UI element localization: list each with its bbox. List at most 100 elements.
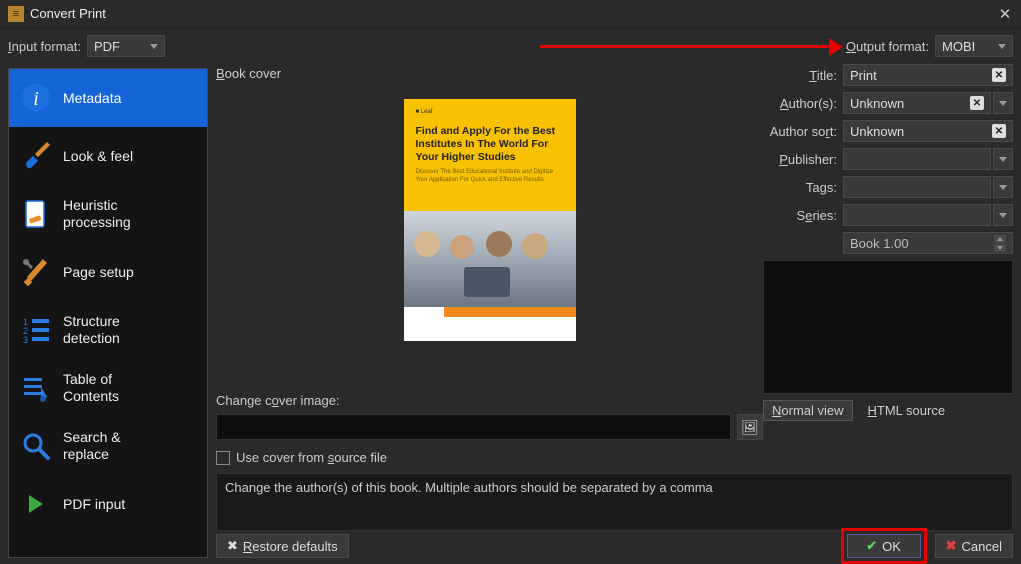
sidebar-item-structure[interactable]: 123 Structuredetection	[9, 301, 207, 359]
authors-input[interactable]: Unknown ✕	[843, 92, 991, 114]
annotation-arrow-head	[829, 38, 843, 56]
sidebar-item-label: PDF input	[63, 496, 125, 513]
series-input[interactable]	[843, 204, 991, 226]
sidebar-item-label: Search &replace	[63, 429, 121, 463]
authorsort-input[interactable]: Unknown ✕	[843, 120, 1013, 142]
help-text: Change the author(s) of this book. Multi…	[216, 473, 1013, 531]
check-icon: ✔	[866, 538, 877, 554]
restore-label: Restore defaults	[243, 539, 338, 554]
tools-icon	[19, 255, 53, 289]
use-source-cover-checkbox[interactable]: Use cover from source file	[216, 450, 763, 465]
chevron-down-icon	[999, 157, 1007, 162]
cover-column: Book cover ■ Leaf Find and Apply For the…	[216, 64, 763, 465]
output-format-dropdown[interactable]: MOBI	[935, 35, 1013, 57]
ok-annotation-highlight: ✔ OK	[841, 528, 927, 564]
sidebar-item-metadata[interactable]: i Metadata	[9, 69, 207, 127]
sidebar-item-label: Table ofContents	[63, 371, 119, 405]
info-icon: i	[19, 81, 53, 115]
tags-dropdown-button[interactable]	[993, 176, 1013, 198]
checkbox-icon	[216, 451, 230, 465]
cancel-button[interactable]: ✖ Cancel	[935, 534, 1013, 558]
cover-brand: ■ Leaf	[416, 109, 564, 115]
view-tabs: Normal view HTML source	[763, 400, 1013, 421]
tags-input[interactable]	[843, 176, 991, 198]
title-value: Print	[850, 68, 877, 83]
sidebar-item-look-feel[interactable]: Look & feel	[9, 127, 207, 185]
sidebar-item-label: Structuredetection	[63, 313, 120, 347]
publisher-dropdown-button[interactable]	[993, 148, 1013, 170]
publisher-label: Publisher:	[763, 152, 843, 167]
metadata-fields: Title: Print ✕ Author(s): Unknown ✕ Auth…	[763, 64, 1013, 465]
search-icon	[19, 429, 53, 463]
clear-icon[interactable]: ✕	[992, 68, 1006, 82]
ok-button[interactable]: ✔ OK	[847, 534, 921, 558]
format-row: Input format: PDF Output format: MOBI	[0, 28, 1021, 64]
change-cover-label: Change cover image:	[216, 393, 763, 408]
title-input[interactable]: Print ✕	[843, 64, 1013, 86]
sidebar-item-pdf-input[interactable]: PDF input	[9, 475, 207, 533]
cancel-label: Cancel	[962, 539, 1002, 554]
spinner-up-icon[interactable]	[994, 235, 1006, 243]
restore-defaults-button[interactable]: ✖ Restore defaults	[216, 534, 349, 558]
authors-dropdown-button[interactable]	[993, 92, 1013, 114]
output-format-label: Output format:	[846, 39, 929, 54]
browse-cover-button[interactable]: 🖼	[737, 414, 763, 440]
cover-preview: ■ Leaf Find and Apply For the Best Insti…	[216, 85, 763, 375]
chevron-down-icon	[999, 101, 1007, 106]
ok-label: OK	[882, 539, 901, 554]
chevron-down-icon	[999, 213, 1007, 218]
sidebar-item-label: Heuristicprocessing	[63, 197, 131, 231]
authorsort-label: Author sort:	[763, 124, 843, 139]
checkbox-label: Use cover from source file	[236, 450, 387, 465]
input-format-dropdown[interactable]: PDF	[87, 35, 165, 57]
sidebar-item-search-replace[interactable]: Search &replace	[9, 417, 207, 475]
input-format-label: Input format:	[8, 39, 81, 54]
dialog-button-row: ✖ Restore defaults ✔ OK ✖ Cancel	[216, 533, 1013, 559]
output-format-value: MOBI	[942, 39, 975, 54]
spinner-down-icon[interactable]	[994, 244, 1006, 252]
title-label: Title:	[763, 68, 843, 83]
tab-html-source[interactable]: HTML source	[859, 400, 955, 421]
series-label: Series:	[763, 208, 843, 223]
comment-textarea[interactable]	[763, 260, 1013, 394]
image-icon: 🖼	[741, 419, 759, 436]
svg-text:3: 3	[23, 335, 28, 345]
authors-value: Unknown	[850, 96, 904, 111]
chevron-down-icon	[999, 185, 1007, 190]
authors-label: Author(s):	[763, 96, 843, 111]
series-index-spinner[interactable]: Book 1.00	[843, 232, 1013, 254]
brush-icon	[19, 139, 53, 173]
clear-icon[interactable]: ✕	[970, 96, 984, 110]
window-title: Convert Print	[30, 6, 997, 21]
series-index-value: Book 1.00	[850, 236, 909, 251]
chevron-down-icon	[998, 44, 1006, 49]
sidebar-item-label: Metadata	[63, 90, 121, 107]
sidebar-item-page-setup[interactable]: Page setup	[9, 243, 207, 301]
arrow-right-icon	[19, 487, 53, 521]
cover-image-input[interactable]	[216, 414, 731, 440]
main-area: i Metadata Look & feel Heuristicprocessi…	[0, 64, 1021, 531]
toc-icon	[19, 371, 53, 405]
book-cover-label: Book cover	[216, 64, 763, 85]
cover-image: ■ Leaf Find and Apply For the Best Insti…	[404, 99, 576, 341]
close-icon[interactable]: ✕	[997, 5, 1013, 23]
svg-text:i: i	[33, 88, 39, 110]
cancel-icon: ✖	[946, 538, 957, 554]
app-icon: ≡	[8, 6, 24, 22]
sidebar-item-heuristic[interactable]: Heuristicprocessing	[9, 185, 207, 243]
cover-title: Find and Apply For the Best Institutes I…	[416, 125, 564, 164]
sidebar-item-label: Look & feel	[63, 148, 133, 165]
list-icon: 123	[19, 313, 53, 347]
document-icon	[19, 197, 53, 231]
annotation-arrow	[540, 45, 831, 48]
tags-label: Tags:	[763, 180, 843, 195]
titlebar: ≡ Convert Print ✕	[0, 0, 1021, 28]
help-content: Change the author(s) of this book. Multi…	[225, 480, 713, 495]
clear-icon[interactable]: ✕	[992, 124, 1006, 138]
sidebar-item-toc[interactable]: Table ofContents	[9, 359, 207, 417]
input-format-value: PDF	[94, 39, 120, 54]
chevron-down-icon	[150, 44, 158, 49]
tab-normal-view[interactable]: Normal view	[763, 400, 853, 421]
publisher-input[interactable]	[843, 148, 991, 170]
series-dropdown-button[interactable]	[993, 204, 1013, 226]
